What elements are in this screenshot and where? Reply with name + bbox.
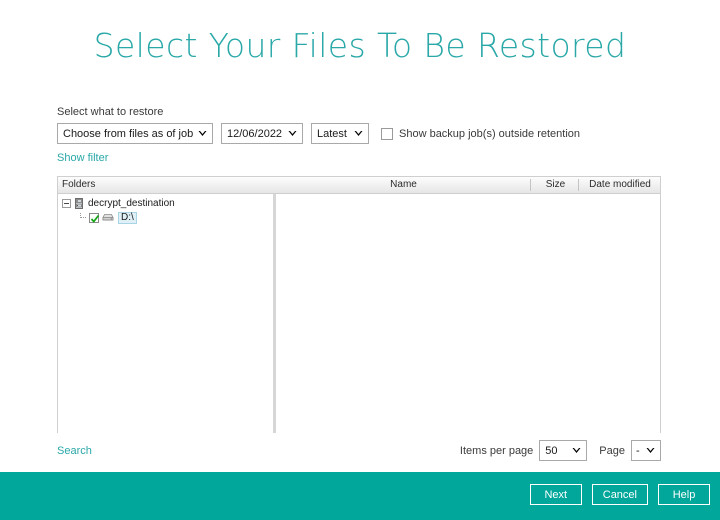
next-button[interactable]: Next	[530, 484, 582, 505]
items-per-page-value: 50	[545, 445, 557, 457]
job-source-select[interactable]: Choose from files as of job	[57, 123, 213, 144]
tree-node-checkbox[interactable]	[89, 213, 99, 223]
column-header-name[interactable]: Name	[276, 177, 531, 193]
page-title: Select Your Files To Be Restored	[0, 26, 720, 65]
select-what-to-restore-label: Select what to restore	[57, 106, 163, 118]
restore-source-controls: Choose from files as of job 12/06/2022 L…	[57, 123, 580, 144]
chevron-down-icon	[572, 446, 581, 455]
file-browser-header: Folders Name Size Date modified	[58, 177, 660, 194]
column-header-folders[interactable]: Folders	[62, 177, 262, 193]
outside-retention-checkbox[interactable]	[381, 128, 393, 140]
backup-date-select-value: 12/06/2022	[227, 128, 282, 140]
tree-node-decrypt-destination[interactable]: decrypt_destination	[58, 197, 273, 210]
help-button[interactable]: Help	[658, 484, 710, 505]
column-divider	[578, 179, 579, 191]
page-label: Page	[599, 445, 625, 457]
page-select[interactable]: -	[631, 440, 661, 461]
chevron-down-icon	[198, 129, 207, 138]
drive-icon	[102, 213, 114, 222]
tree-node-label: decrypt_destination	[88, 198, 175, 210]
job-source-select-value: Choose from files as of job	[63, 128, 193, 140]
chevron-down-icon	[288, 129, 297, 138]
tree-node-label: D:\	[118, 212, 137, 224]
items-per-page-select[interactable]: 50	[539, 440, 587, 461]
file-list-pane[interactable]	[276, 194, 660, 433]
backup-date-select[interactable]: 12/06/2022	[221, 123, 303, 144]
footer-bar: Next Cancel Help	[0, 472, 720, 520]
column-header-date-modified[interactable]: Date modified	[580, 177, 660, 193]
chevron-down-icon	[354, 129, 363, 138]
pagination-controls: Items per page 50 Page -	[460, 440, 661, 461]
cancel-button[interactable]: Cancel	[592, 484, 648, 505]
version-select[interactable]: Latest	[311, 123, 369, 144]
tree-connector-icon	[80, 213, 87, 222]
outside-retention-field: Show backup job(s) outside retention	[381, 128, 580, 140]
show-filter-link[interactable]: Show filter	[57, 152, 108, 164]
footer-button-group: Next Cancel Help	[530, 484, 710, 505]
column-divider	[530, 179, 531, 191]
collapse-icon[interactable]	[62, 199, 71, 208]
column-header-size[interactable]: Size	[532, 177, 579, 193]
tree-node-drive-d[interactable]: D:\	[58, 211, 273, 224]
server-icon	[74, 198, 84, 209]
file-browser-body: decrypt_destination D:\	[58, 194, 660, 433]
file-browser-panel: Folders Name Size Date modified decrypt_…	[57, 176, 661, 433]
search-link[interactable]: Search	[57, 445, 92, 457]
outside-retention-label: Show backup job(s) outside retention	[399, 128, 580, 140]
folder-tree-pane[interactable]: decrypt_destination D:\	[58, 194, 273, 433]
version-select-value: Latest	[317, 128, 347, 140]
items-per-page-label: Items per page	[460, 445, 533, 457]
chevron-down-icon	[646, 446, 655, 455]
page-value: -	[636, 445, 640, 457]
